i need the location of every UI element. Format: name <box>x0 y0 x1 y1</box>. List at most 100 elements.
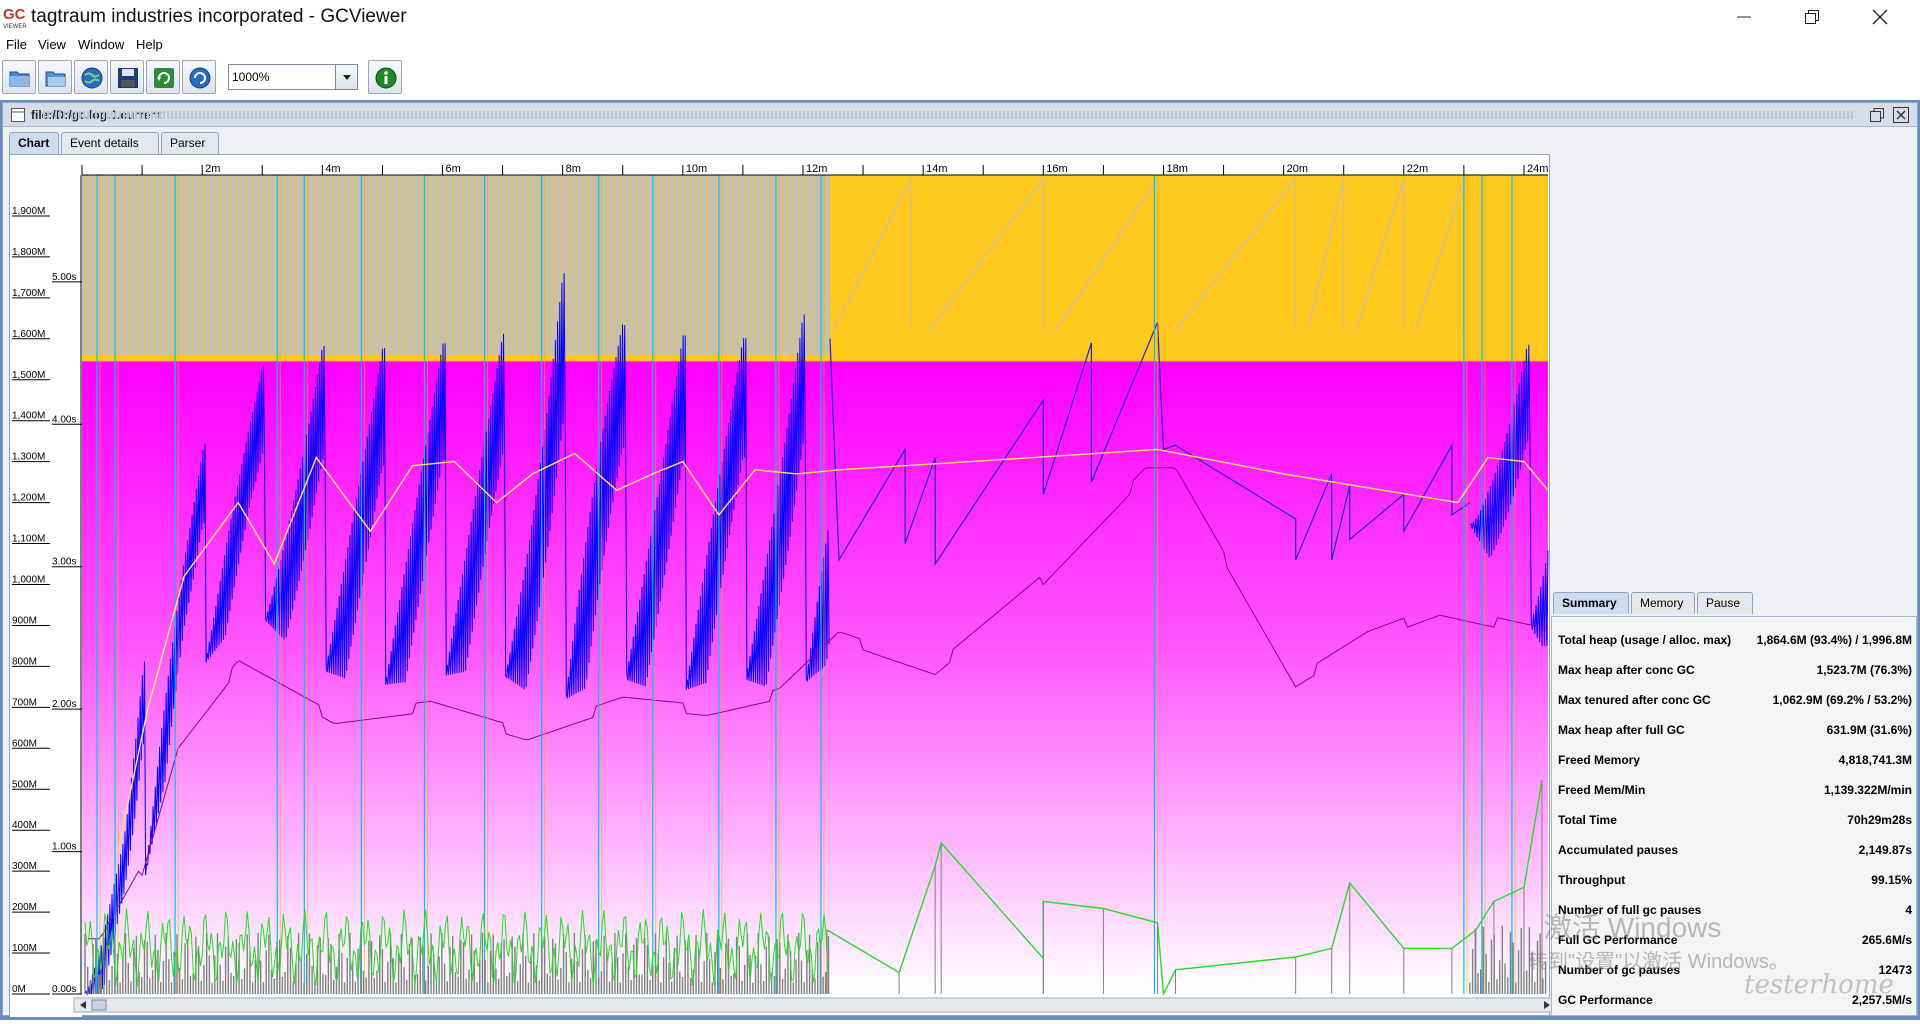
menu-window[interactable]: Window <box>78 37 124 52</box>
restore-button[interactable] <box>1778 0 1846 34</box>
pause-axis-tick-label: 1.00s <box>52 842 76 853</box>
frame-maximize-button[interactable] <box>1869 107 1885 123</box>
toolbar: 1000% <box>0 58 1920 98</box>
summary-row: Total heap (usage / alloc. max) 1,864.6M … <box>1558 625 1912 655</box>
document-frame: file:/D:/gc.log.0.current Chart Event de… <box>2 102 1918 1017</box>
watch-button[interactable] <box>182 60 216 94</box>
heap-axis-tick-label: 800M <box>12 656 37 667</box>
activation-watermark-title: 激活 Windows <box>1544 912 1722 943</box>
tab-pause[interactable]: Pause <box>1697 592 1753 614</box>
summary-row-label: Freed Memory <box>1558 753 1641 767</box>
summary-row-label: Max heap after conc GC <box>1558 663 1695 677</box>
summary-row-value: 1,523.7M (76.3%) <box>1816 663 1912 677</box>
menu-bar: File View Window Help <box>0 34 1920 56</box>
tab-event-details[interactable]: Event details <box>61 132 159 154</box>
about-button[interactable] <box>368 60 402 94</box>
close-icon <box>1893 107 1909 123</box>
heap-axis-tick-label: 1,800M <box>12 247 45 258</box>
menu-file[interactable]: File <box>6 37 27 52</box>
menu-view[interactable]: View <box>38 37 66 52</box>
summary-row-label: Max tenured after conc GC <box>1558 693 1711 707</box>
minimize-icon <box>1737 16 1751 18</box>
chevron-down-icon <box>343 75 351 80</box>
tab-chart[interactable]: Chart <box>9 132 59 154</box>
summary-row-label: Throughput <box>1558 873 1626 887</box>
heap-axis-tick-label: 500M <box>12 779 37 790</box>
chart-panel[interactable]: 2m 4m 6m 8m 10m 12m 14m 16m 18m 20m 22m 24m 0M 100M 20… <box>9 154 1551 1017</box>
summary-row: Freed Mem/Min 1,139.322M/min <box>1558 775 1912 805</box>
x-axis-tick-label: 22m <box>1407 163 1428 175</box>
logo-text-gc: GC <box>3 6 26 23</box>
gcviewer-logo-icon: GC VIEWER <box>3 6 27 30</box>
tab-summary[interactable]: Summary <box>1553 592 1629 614</box>
summary-row: Throughput 99.15% <box>1558 865 1912 895</box>
open-file-button[interactable] <box>2 60 36 94</box>
summary-row-label: Accumulated pauses <box>1558 843 1679 857</box>
folder-open-icon <box>9 71 30 87</box>
minimize-button[interactable] <box>1710 0 1778 34</box>
x-axis-tick-label: 14m <box>926 163 947 175</box>
summary-row-value: 4 <box>1905 903 1912 917</box>
folder-icon <box>45 71 66 87</box>
summary-row-value: 2,149.87s <box>1858 843 1912 857</box>
summary-row-value: 99.15% <box>1871 873 1912 887</box>
x-axis-tick-label: 24m <box>1527 163 1548 175</box>
heap-axis-tick-label: 1,600M <box>12 329 45 340</box>
logo-text-viewer: VIEWER <box>3 24 27 30</box>
zoom-select[interactable]: 1000% <box>228 64 358 90</box>
site-watermark: testerhome <box>1744 970 1894 1000</box>
heap-axis-tick-label: 100M <box>12 943 37 954</box>
save-icon <box>118 68 138 88</box>
refresh-button[interactable] <box>146 60 180 94</box>
tab-memory[interactable]: Memory <box>1631 592 1695 614</box>
menu-help[interactable]: Help <box>136 37 163 52</box>
x-axis-tick-label: 16m <box>1046 163 1067 175</box>
desktop-pane: file:/D:/gc.log.0.current Chart Event de… <box>0 100 1920 1020</box>
summary-row: Total Time 70h29m28s <box>1558 805 1912 835</box>
info-icon <box>375 67 397 89</box>
refresh-icon <box>154 68 174 88</box>
summary-row: Freed Memory 4,818,741.3M <box>1558 745 1912 775</box>
heap-axis-tick-label: 1,200M <box>12 493 45 504</box>
zoom-dropdown-button[interactable] <box>335 65 357 89</box>
summary-row-label: Total heap (usage / alloc. max) <box>1558 633 1732 647</box>
document-icon <box>11 108 25 122</box>
frame-grip <box>43 111 1853 119</box>
zoom-value: 1000% <box>232 70 270 84</box>
summary-row-value: 70h29m28s <box>1847 813 1912 827</box>
summary-row-value: 631.9M (31.6%) <box>1826 723 1912 737</box>
heap-axis-tick-label: 900M <box>12 615 37 626</box>
heap-axis-tick-label: 400M <box>12 820 37 831</box>
x-axis-tick-label: 6m <box>445 163 460 175</box>
heap-axis-tick-label: 600M <box>12 738 37 749</box>
summary-row: Max tenured after conc GC 1,062.9M (69.2%… <box>1558 685 1912 715</box>
pause-axis-tick-label: 0.00s <box>52 984 76 995</box>
summary-row-value: 1,864.6M (93.4%) / 1,996.8M <box>1756 633 1912 647</box>
summary-row-value: 4,818,741.3M <box>1838 753 1912 767</box>
globe-icon <box>81 67 103 89</box>
horizontal-scrollbar <box>73 997 1551 1013</box>
x-axis-tick-label: 18m <box>1166 163 1187 175</box>
close-button[interactable] <box>1846 0 1914 34</box>
open-series-button[interactable] <box>38 60 72 94</box>
summary-row-value: 265.6M/s <box>1861 933 1912 947</box>
open-url-button[interactable] <box>74 60 108 94</box>
close-icon <box>1872 9 1888 25</box>
tab-parser[interactable]: Parser <box>161 132 219 154</box>
summary-row: Accumulated pauses 2,149.87s <box>1558 835 1912 865</box>
heap-axis-tick-label: 1,300M <box>12 452 45 463</box>
heap-axis-tick-label: 1,700M <box>12 288 45 299</box>
pause-axis-tick-label: 2.00s <box>52 699 76 710</box>
heap-axis-tick-label: 0M <box>12 984 26 995</box>
x-axis-tick-label: 8m <box>566 163 581 175</box>
frame-close-button[interactable] <box>1893 107 1909 123</box>
window-title: tagtraum industries incorporated - GCVie… <box>31 6 407 27</box>
heap-axis-tick-label: 1,100M <box>12 534 45 545</box>
heap-axis-tick-label: 1,400M <box>12 411 45 422</box>
gc-chart[interactable]: 2m 4m 6m 8m 10m 12m 14m 16m 18m 20m 22m 24m 0M 100M 20… <box>10 155 1551 1017</box>
document-frame-header: file:/D:/gc.log.0.current <box>3 103 1917 127</box>
export-button[interactable] <box>110 60 144 94</box>
x-axis-tick-label: 10m <box>686 163 707 175</box>
scrollbar-thumb[interactable] <box>91 999 107 1011</box>
y-axis-area <box>10 155 82 1017</box>
